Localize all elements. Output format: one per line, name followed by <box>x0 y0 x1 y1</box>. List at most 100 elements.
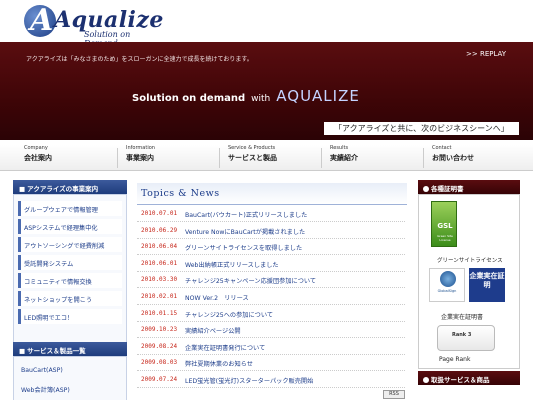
hero-main-text: Solution on demand <box>132 93 246 104</box>
topic-row: 2009.10.23 実績紹介ページ公開 <box>137 322 405 339</box>
topic-date: 2009.10.23 <box>141 326 178 334</box>
topic-link[interactable]: 企業実在証明書発行について <box>185 343 265 352</box>
nav-information[interactable]: Information 事業案内 <box>126 145 226 171</box>
main-nav: Company 会社案内 Information 事業案内 Service & Pr… <box>0 145 533 171</box>
business-item[interactable]: グループウェアで情報管理 <box>18 201 122 216</box>
nav-company[interactable]: Company 会社案内 <box>24 145 124 171</box>
nav-ja-label: 事業案内 <box>126 154 154 162</box>
nav-service-products[interactable]: Service & Products サービスと製品 <box>228 145 328 171</box>
topic-row: 2010.03.30 チャレンジ25キャンペーン応援団参加について <box>137 272 405 289</box>
nav-results[interactable]: Results 実績紹介 <box>330 145 430 171</box>
topics-news: Topics & News 2010.07.01 BauCart(バウカート)正式… <box>137 183 407 400</box>
page-rank-badge[interactable]: Rank 3 <box>437 325 495 351</box>
topic-row: 2010.06.29 Venture NowにBauCartが掲載されました <box>137 223 405 239</box>
services-title: 取扱サービス＆商品 <box>418 371 520 385</box>
business-item[interactable]: アウトソーシングで経費削減 <box>18 237 122 252</box>
hero-banner: アクアライズは「みなさまのため」をスローガンに全速力で成長を続けております。 >… <box>0 42 533 140</box>
business-item[interactable]: ネットショップを開こう <box>18 291 122 306</box>
topic-row: 2009.08.24 企業実在証明書発行について <box>137 339 405 355</box>
page: { "header": { "logo_tagline": "Solution … <box>0 0 533 400</box>
gsl-badge-sublabel: Green Site License <box>437 234 453 242</box>
nav-ja-label: 会社案内 <box>24 154 52 162</box>
replay-link[interactable]: >> REPLAY <box>466 50 506 58</box>
topic-row: 2009.07.24 LED蛍光管(蛍光灯)スターターパック販売開始 <box>137 372 405 388</box>
green-site-license-label: グリーンサイトライセンス <box>437 258 503 264</box>
product-item[interactable]: Web会計簿(ASP) <box>18 381 122 396</box>
nav-en-label: Information <box>126 145 155 151</box>
business-item[interactable]: 受託開発システム <box>18 255 122 270</box>
topic-date: 2010.03.30 <box>141 276 178 284</box>
certificates-title: 各種証明書 <box>418 180 520 194</box>
business-item[interactable]: ASPシステムで経理集中化 <box>18 219 122 234</box>
topic-link[interactable]: Venture NowにBauCartが掲載されました <box>185 227 305 236</box>
topic-date: 2010.02.01 <box>141 293 178 300</box>
banner-catchphrase: 「アクアライズと共に、次のビジネスシーンへ」 <box>324 122 519 135</box>
nav-ja-label: 実績紹介 <box>330 154 358 162</box>
rss-button[interactable]: RSS <box>383 390 405 399</box>
nav-contact[interactable]: Contact お問い合わせ <box>432 145 532 171</box>
bullet-icon: ■ <box>19 347 26 355</box>
products-box: ■ サービス＆製品一覧 BauCart(ASP) Web会計簿(ASP) <box>13 342 127 400</box>
topic-row: 2010.07.01 BauCart(バウカート)正式リリースしました <box>137 206 405 222</box>
nav-divider <box>117 148 118 168</box>
nav-en-label: Service & Products <box>228 145 276 151</box>
nav-divider <box>219 148 220 168</box>
topic-date: 2010.07.01 <box>141 210 178 217</box>
business-item[interactable]: コミュニティで情報交換 <box>18 273 122 288</box>
topic-link[interactable]: BauCart(バウカート)正式リリースしました <box>185 210 307 219</box>
topics-title: Topics & News <box>137 183 407 205</box>
certificates-body: GSL Green Site License グリーンサイトライセンス Glob… <box>418 194 520 369</box>
topic-date: 2010.06.29 <box>141 226 178 234</box>
topic-link[interactable]: NOW Ver.2 リリース <box>185 293 249 302</box>
topic-row: 2010.06.01 Web出納帳正式リリースしました <box>137 256 405 272</box>
topic-date: 2009.08.24 <box>141 342 178 350</box>
nav-en-label: Results <box>330 145 349 151</box>
topic-date: 2010.01.15 <box>141 309 178 317</box>
page-rank-value: Rank 3 <box>452 332 472 338</box>
page-rank-label: Page Rank <box>439 356 471 363</box>
products-list: BauCart(ASP) Web会計簿(ASP) <box>13 356 127 400</box>
nav-ja-label: サービスと製品 <box>228 154 277 162</box>
gsl-badge[interactable]: GSL Green Site License <box>431 201 457 247</box>
nav-en-label: Company <box>24 145 48 151</box>
topic-link[interactable]: 弊社夏期休業のお知らせ <box>185 359 253 368</box>
bullet-icon <box>423 186 429 192</box>
nav-en-label: Contact <box>432 145 452 151</box>
hero-with-text: with <box>251 94 271 104</box>
hero-headline: Solution on demand with AQUALIZE <box>132 86 360 105</box>
topic-date: 2010.06.01 <box>141 259 178 267</box>
nav-ja-label: お問い合わせ <box>432 154 474 162</box>
topic-date: 2009.07.24 <box>141 376 178 383</box>
banner-slogan: アクアライズは「みなさまのため」をスローガンに全速力で成長を続けております。 <box>26 56 253 63</box>
topic-row: 2010.02.01 NOW Ver.2 リリース <box>137 289 405 305</box>
business-box-title-text: アクアライズの事業案内 <box>27 185 99 193</box>
topic-link[interactable]: 実績紹介ページ公開 <box>185 326 241 335</box>
product-item[interactable]: BauCart(ASP) <box>18 363 122 378</box>
right-sidebar: 各種証明書 GSL Green Site License グリーンサイトライセン… <box>418 180 520 400</box>
topic-row: 2009.08.03 弊社夏期休業のお知らせ <box>137 355 405 372</box>
globalsign-seal[interactable]: GlobalSign <box>429 268 465 302</box>
header: A Aqualize Solution on Demand <box>0 0 533 48</box>
globalsign-icon <box>440 271 456 287</box>
topic-link[interactable]: チャレンジ25キャンペーン応援団参加について <box>185 276 316 285</box>
certificate-label: 企業実在証明書 <box>441 314 484 321</box>
products-box-title: ■ サービス＆製品一覧 <box>13 342 127 356</box>
hero-brand-text: AQUALIZE <box>276 87 360 105</box>
logo-mark-icon: A <box>24 3 56 38</box>
services-title-text: 取扱サービス＆商品 <box>431 376 490 384</box>
bullet-icon <box>423 377 429 383</box>
business-list: グループウェアで情報管理 ASPシステムで経理集中化 アウトソーシングで経費削減… <box>13 194 127 346</box>
topic-row: 2010.06.04 グリーンサイトライセンスを取得しました <box>137 239 405 256</box>
globalsign-label: GlobalSign <box>437 289 457 293</box>
logo[interactable]: A Aqualize Solution on Demand <box>24 3 163 48</box>
topic-link[interactable]: LED蛍光管(蛍光灯)スターターパック販売開始 <box>185 376 313 385</box>
topic-link[interactable]: チャレンジ25への参加について <box>185 310 273 319</box>
business-item[interactable]: LED照明でエコ！ <box>18 309 122 324</box>
topic-link[interactable]: Web出納帳正式リリースしました <box>185 260 279 269</box>
products-box-title-text: サービス＆製品一覧 <box>27 347 86 355</box>
topic-row: 2010.01.15 チャレンジ25への参加について <box>137 306 405 322</box>
gsl-badge-label: GSL <box>437 222 453 230</box>
kigyou-jitsuzai-seal[interactable]: 企業実在証明 <box>469 268 505 302</box>
left-sidebar: ■ アクアライズの事業案内 グループウェアで情報管理 ASPシステムで経理集中化 … <box>13 180 127 400</box>
topic-link[interactable]: グリーンサイトライセンスを取得しました <box>185 243 302 252</box>
